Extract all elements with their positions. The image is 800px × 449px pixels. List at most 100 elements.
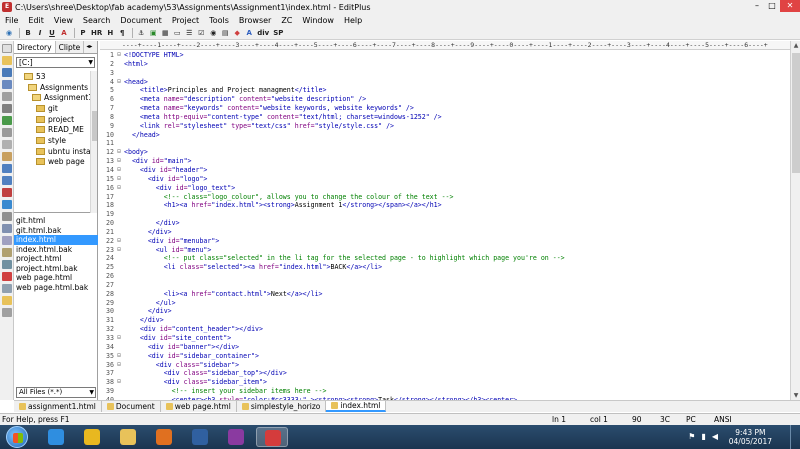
folder-item[interactable]: Assignment1 <box>14 92 98 103</box>
cliptext-icon[interactable] <box>2 284 12 293</box>
output-icon[interactable] <box>2 308 12 317</box>
div-button[interactable]: div <box>256 28 270 38</box>
fold-toggle-icon[interactable]: ⊟ <box>114 78 124 87</box>
menu-tools[interactable]: Tools <box>204 16 234 25</box>
folder-item[interactable]: ubntu install <box>14 146 98 157</box>
show-desktop-button[interactable] <box>790 425 800 449</box>
volume-icon[interactable]: ◀ <box>712 432 718 441</box>
file-item[interactable]: git.html.bak <box>14 226 98 236</box>
anchor-icon[interactable]: ⚓ <box>136 28 146 38</box>
paragraph-button[interactable]: P <box>78 28 88 38</box>
taskbar-file-explorer[interactable] <box>112 427 144 447</box>
document-tab[interactable]: web page.html <box>161 401 237 412</box>
pilcrow-button[interactable]: ¶ <box>117 28 127 38</box>
save-all-icon[interactable] <box>2 80 12 89</box>
fold-toggle-icon[interactable]: ⊟ <box>114 166 124 175</box>
document-tab[interactable]: index.html <box>326 401 387 412</box>
editor-scrollbar[interactable]: ▲ ▼ <box>790 41 800 400</box>
save-icon[interactable] <box>2 68 12 77</box>
ruler-icon[interactable] <box>2 248 12 257</box>
folder-item[interactable]: 53 <box>14 71 98 82</box>
image-icon[interactable]: ▣ <box>148 28 158 38</box>
text-field-icon[interactable]: ▤ <box>220 28 230 38</box>
file-item[interactable]: git.html <box>14 216 98 226</box>
list-icon[interactable]: ☰ <box>184 28 194 38</box>
redo-icon[interactable] <box>2 176 12 185</box>
menu-help[interactable]: Help <box>339 16 367 25</box>
open-icon[interactable] <box>2 56 12 65</box>
form-icon[interactable]: ▭ <box>172 28 182 38</box>
close-button[interactable]: ✕ <box>780 0 800 12</box>
column-icon[interactable] <box>2 260 12 269</box>
menu-file[interactable]: File <box>0 16 23 25</box>
taskbar-chrome[interactable] <box>76 427 108 447</box>
folder-item[interactable]: style <box>14 135 98 146</box>
taskbar-media-player[interactable] <box>148 427 180 447</box>
scrollbar-thumb[interactable] <box>92 111 97 141</box>
taskbar-winrar[interactable] <box>220 427 252 447</box>
document-tab[interactable]: simplestyle_horizo <box>237 401 327 412</box>
fold-toggle-icon[interactable]: ⊟ <box>114 148 124 157</box>
italic-button[interactable]: I <box>35 28 45 38</box>
tab-directory[interactable]: Directory <box>14 41 56 53</box>
file-item[interactable]: project.html.bak <box>14 264 98 274</box>
file-item[interactable]: index.html <box>14 235 98 245</box>
fold-toggle-icon[interactable]: ⊟ <box>114 378 124 387</box>
file-item[interactable]: web page.html.bak <box>14 283 98 293</box>
font-button[interactable]: A <box>59 28 69 38</box>
fold-toggle-icon[interactable]: ⊟ <box>114 352 124 361</box>
fold-toggle-icon[interactable]: ⊟ <box>114 361 124 370</box>
minimize-button[interactable]: – <box>750 0 764 12</box>
bold-button[interactable]: B <box>23 28 33 38</box>
preview-icon[interactable] <box>2 116 12 125</box>
check-icon[interactable] <box>2 272 12 281</box>
code-editor[interactable]: ----+----1----+----2----+----3----+----4… <box>100 41 790 400</box>
menu-document[interactable]: Document <box>115 16 166 25</box>
heading-button[interactable]: H <box>105 28 115 38</box>
fold-toggle-icon[interactable]: ⊟ <box>114 334 124 343</box>
scrollbar-thumb[interactable] <box>792 53 800 173</box>
file-filter-select[interactable]: All Files (*.*) ▼ <box>16 387 96 398</box>
folder-item[interactable]: git <box>14 103 98 114</box>
network-icon[interactable]: ▮ <box>701 432 705 441</box>
fold-toggle-icon[interactable]: ⊟ <box>114 157 124 166</box>
menu-search[interactable]: Search <box>78 16 115 25</box>
menu-project[interactable]: Project <box>167 16 204 25</box>
scroll-down-icon[interactable]: ▼ <box>791 391 800 400</box>
checkbox-icon[interactable]: ☑ <box>196 28 206 38</box>
folder-item[interactable]: web page <box>14 157 98 168</box>
fold-toggle-icon[interactable]: ⊟ <box>114 175 124 184</box>
copy-icon[interactable] <box>2 140 12 149</box>
folder-item[interactable]: Assignments <box>14 82 98 93</box>
cut-icon[interactable] <box>2 128 12 137</box>
scroll-up-icon[interactable]: ▲ <box>791 41 800 50</box>
document-tab[interactable]: Document <box>102 401 161 412</box>
undo-icon[interactable] <box>2 164 12 173</box>
taskbar-video-app[interactable] <box>184 427 216 447</box>
clock[interactable]: 9:43 PM 04/05/2017 <box>729 428 772 446</box>
file-item[interactable]: project.html <box>14 254 98 264</box>
fold-toggle-icon[interactable]: ⊟ <box>114 246 124 255</box>
word-wrap-icon[interactable] <box>2 224 12 233</box>
document-tab[interactable]: assignment1.html <box>14 401 102 412</box>
maximize-button[interactable]: □ <box>765 0 779 12</box>
tab-scroll-arrows-icon[interactable]: ◂▸ <box>84 41 92 53</box>
span-button[interactable]: SP <box>272 28 284 38</box>
menu-window[interactable]: Window <box>297 16 339 25</box>
font-color-button[interactable]: A <box>244 28 254 38</box>
paste-icon[interactable] <box>2 152 12 161</box>
menu-edit[interactable]: Edit <box>23 16 49 25</box>
print-icon[interactable] <box>2 104 12 113</box>
table-icon[interactable]: ▦ <box>160 28 170 38</box>
new-file-icon[interactable] <box>2 44 12 53</box>
taskbar-editplus[interactable] <box>256 427 288 447</box>
folder-item[interactable]: READ_ME <box>14 124 98 135</box>
fold-toggle-icon[interactable]: ⊟ <box>114 184 124 193</box>
menu-view[interactable]: View <box>49 16 78 25</box>
underline-button[interactable]: U <box>47 28 57 38</box>
file-item[interactable]: index.html.bak <box>14 245 98 255</box>
menu-zc[interactable]: ZC <box>276 16 297 25</box>
line-number-icon[interactable] <box>2 236 12 245</box>
menu-browser[interactable]: Browser <box>234 16 276 25</box>
file-item[interactable]: web page.html <box>14 273 98 283</box>
